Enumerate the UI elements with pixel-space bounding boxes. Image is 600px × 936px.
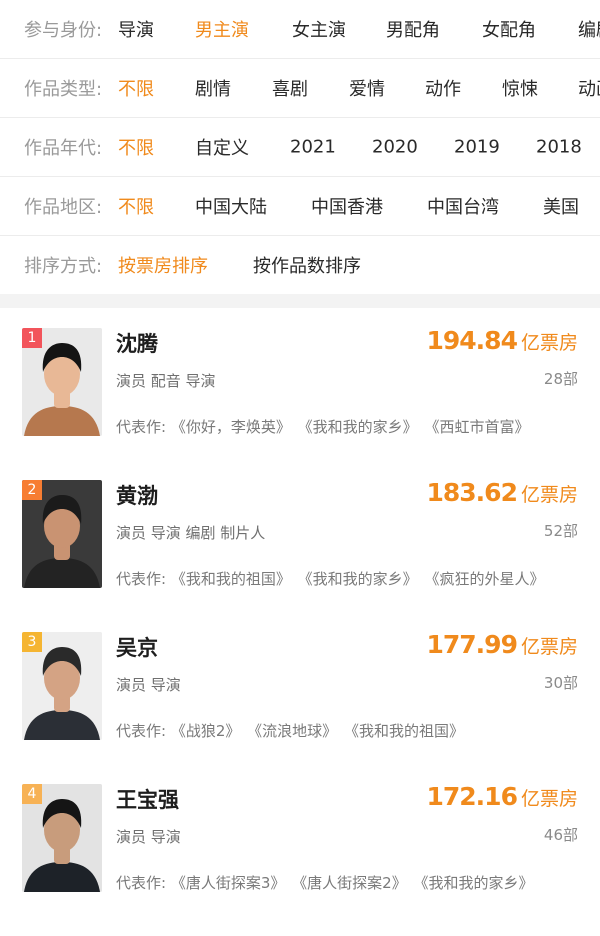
filter-panel: 参与身份: 导演 男主演 女主演 男配角 女配角 编剧 作品类型: 不限 剧情 … <box>0 0 600 294</box>
filter-option[interactable]: 2020 <box>372 137 418 158</box>
list-item[interactable]: 3 吴京 演员 导演 177.99 亿票房 30部 代表作: 《战狼2》 《流浪地… <box>0 630 600 784</box>
ranking-list: 1 沈腾 演员 配音 导演 194.84 亿票房 28部 代表作: 《你好，李焕英… <box>0 308 600 936</box>
filter-option[interactable]: 2018 <box>536 137 582 158</box>
box-office-value: 183.62 <box>426 478 518 507</box>
filter-option[interactable]: 男配角 <box>386 16 440 42</box>
list-item[interactable]: 1 沈腾 演员 配音 导演 194.84 亿票房 28部 代表作: 《你好，李焕英… <box>0 326 600 480</box>
work-link[interactable]: 《我和我的家乡》 <box>298 418 418 436</box>
avatar: 3 <box>22 632 102 740</box>
box-office-value: 177.99 <box>426 630 518 659</box>
representative-works: 代表作: 《你好，李焕英》 《我和我的家乡》 《西虹市首富》 <box>116 416 531 437</box>
list-item[interactable]: 4 王宝强 演员 导演 172.16 亿票房 46部 代表作: 《唐人街探案3》 … <box>0 782 600 936</box>
filter-row-year: 作品年代: 不限 自定义 2021 2020 2019 2018 <box>0 118 600 177</box>
filter-row-sort: 排序方式: 按票房排序 按作品数排序 <box>0 236 600 294</box>
filter-option[interactable]: 男主演 <box>195 16 249 42</box>
representative-works: 代表作: 《我和我的祖国》 《我和我的家乡》 《疯狂的外星人》 <box>116 568 546 589</box>
filter-option[interactable]: 按作品数排序 <box>253 252 361 278</box>
work-link[interactable]: 《疯狂的外星人》 <box>424 570 544 588</box>
representative-works: 代表作: 《战狼2》 《流浪地球》 《我和我的祖国》 <box>116 720 466 741</box>
filter-option[interactable]: 按票房排序 <box>118 252 208 278</box>
box-office-unit: 亿票房 <box>520 636 578 658</box>
person-roles: 演员 导演 <box>116 828 181 846</box>
filter-option[interactable]: 2019 <box>454 137 500 158</box>
filter-option[interactable]: 动画 <box>578 75 600 101</box>
box-office: 194.84 亿票房 <box>427 326 579 355</box>
work-link[interactable]: 《唐人街探案2》 <box>292 874 407 892</box>
filter-option[interactable]: 中国大陆 <box>195 193 267 219</box>
filter-option[interactable]: 不限 <box>118 134 154 160</box>
work-count: 28部 <box>543 370 578 388</box>
rank-badge: 4 <box>22 784 42 804</box>
work-link[interactable]: 《唐人街探案3》 <box>171 874 286 892</box>
work-count: 46部 <box>543 826 578 844</box>
box-office-unit: 亿票房 <box>520 484 578 506</box>
filter-label: 作品年代: <box>24 138 103 159</box>
filter-option[interactable]: 2021 <box>290 137 336 158</box>
filter-row-identity: 参与身份: 导演 男主演 女主演 男配角 女配角 编剧 <box>0 0 600 59</box>
filter-option[interactable]: 惊悚 <box>502 75 538 101</box>
work-link[interactable]: 《流浪地球》 <box>247 722 337 740</box>
works-label: 代表作: <box>116 874 167 892</box>
representative-works: 代表作: 《唐人街探案3》 《唐人街探案2》 《我和我的家乡》 <box>116 872 536 893</box>
filter-option[interactable]: 动作 <box>425 75 461 101</box>
filter-option[interactable]: 女主演 <box>292 16 346 42</box>
work-link[interactable]: 《你好，李焕英》 <box>171 418 291 436</box>
works-label: 代表作: <box>116 722 167 740</box>
box-office-value: 172.16 <box>426 782 518 811</box>
box-office: 177.99 亿票房 <box>427 630 579 659</box>
filter-option[interactable]: 不限 <box>118 75 154 101</box>
avatar: 1 <box>22 328 102 436</box>
filter-label: 作品类型: <box>24 79 103 100</box>
person-name[interactable]: 黄渤 <box>116 480 158 510</box>
box-office: 183.62 亿票房 <box>427 478 579 507</box>
filter-option[interactable]: 美国 <box>543 193 579 219</box>
filter-option[interactable]: 剧情 <box>195 75 231 101</box>
rank-badge: 1 <box>22 328 42 348</box>
filter-row-region: 作品地区: 不限 中国大陆 中国香港 中国台湾 美国 <box>0 177 600 236</box>
filter-label: 参与身份: <box>24 20 103 41</box>
person-roles: 演员 配音 导演 <box>116 372 216 390</box>
work-link[interactable]: 《我和我的祖国》 <box>171 570 291 588</box>
filter-label: 排序方式: <box>24 256 103 277</box>
filter-option[interactable]: 女配角 <box>482 16 536 42</box>
person-roles: 演员 导演 <box>116 676 181 694</box>
filter-label: 作品地区: <box>24 197 103 218</box>
person-name[interactable]: 沈腾 <box>116 328 158 358</box>
rank-badge: 3 <box>22 632 42 652</box>
avatar: 2 <box>22 480 102 588</box>
filter-option[interactable]: 中国香港 <box>311 193 383 219</box>
filter-option[interactable]: 中国台湾 <box>427 193 499 219</box>
works-label: 代表作: <box>116 570 167 588</box>
box-office-unit: 亿票房 <box>520 332 578 354</box>
works-label: 代表作: <box>116 418 167 436</box>
box-office: 172.16 亿票房 <box>427 782 579 811</box>
filter-row-genre: 作品类型: 不限 剧情 喜剧 爱情 动作 惊悚 动画 <box>0 59 600 118</box>
filter-option[interactable]: 爱情 <box>349 75 385 101</box>
person-roles: 演员 导演 编剧 制片人 <box>116 524 266 542</box>
list-item[interactable]: 2 黄渤 演员 导演 编剧 制片人 183.62 亿票房 52部 代表作: 《我和… <box>0 478 600 632</box>
filter-option[interactable]: 喜剧 <box>272 75 308 101</box>
filter-option[interactable]: 自定义 <box>195 134 249 160</box>
work-count: 52部 <box>543 522 578 540</box>
work-link[interactable]: 《战狼2》 <box>171 722 241 740</box>
work-link[interactable]: 《我和我的祖国》 <box>344 722 464 740</box>
filter-option[interactable]: 编剧 <box>578 16 600 42</box>
box-office-unit: 亿票房 <box>520 788 578 810</box>
person-name[interactable]: 吴京 <box>116 632 158 662</box>
person-name[interactable]: 王宝强 <box>116 784 179 814</box>
filter-option[interactable]: 导演 <box>118 16 154 42</box>
work-link[interactable]: 《我和我的家乡》 <box>298 570 418 588</box>
filter-option[interactable]: 不限 <box>118 193 154 219</box>
work-link[interactable]: 《我和我的家乡》 <box>414 874 534 892</box>
work-count: 30部 <box>543 674 578 692</box>
section-divider <box>0 294 600 308</box>
work-link[interactable]: 《西虹市首富》 <box>424 418 529 436</box>
rank-badge: 2 <box>22 480 42 500</box>
avatar: 4 <box>22 784 102 892</box>
box-office-value: 194.84 <box>426 326 518 355</box>
